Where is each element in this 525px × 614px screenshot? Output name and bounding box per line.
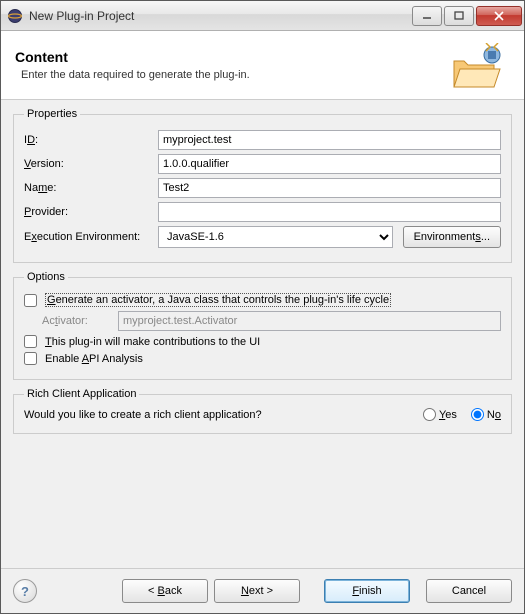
cancel-button[interactable]: Cancel xyxy=(426,579,512,603)
wizard-content: Properties ID: Version: Name: Provider: … xyxy=(1,100,524,568)
enable-api-analysis-checkbox[interactable] xyxy=(24,352,37,365)
help-button[interactable]: ? xyxy=(13,579,37,603)
ui-contributions-checkbox[interactable] xyxy=(24,335,37,348)
back-button[interactable]: < Back xyxy=(122,579,208,603)
enable-api-analysis-label: Enable API Analysis xyxy=(45,353,143,365)
next-button[interactable]: Next > xyxy=(214,579,300,603)
wizard-footer: ? < Back Next > Finish Cancel xyxy=(1,568,524,613)
finish-button[interactable]: Finish xyxy=(324,579,410,603)
page-title: Content xyxy=(15,49,446,65)
wizard-header: Content Enter the data required to gener… xyxy=(1,31,524,100)
rca-no-option[interactable]: No xyxy=(471,408,501,421)
wizard-banner-icon xyxy=(446,41,510,89)
dialog-window: New Plug-in Project Content Enter the da… xyxy=(0,0,525,614)
rca-yes-radio[interactable] xyxy=(423,408,436,421)
version-field[interactable] xyxy=(158,154,501,174)
properties-group: Properties ID: Version: Name: Provider: … xyxy=(13,108,512,263)
eclipse-icon xyxy=(7,8,23,24)
rca-no-radio[interactable] xyxy=(471,408,484,421)
window-title: New Plug-in Project xyxy=(29,9,410,23)
name-label: Name: xyxy=(24,182,152,194)
rca-question: Would you like to create a rich client a… xyxy=(24,409,413,421)
rca-yes-option[interactable]: Yes xyxy=(423,408,457,421)
id-label: ID: xyxy=(24,134,152,146)
maximize-button[interactable] xyxy=(444,6,474,26)
title-bar[interactable]: New Plug-in Project xyxy=(1,1,524,31)
environments-button[interactable]: Environments... xyxy=(403,226,501,248)
activator-field xyxy=(118,311,501,331)
close-button[interactable] xyxy=(476,6,522,26)
ui-contributions-label: This plug-in will make contributions to … xyxy=(45,336,260,348)
rich-client-application-group: Rich Client Application Would you like t… xyxy=(13,388,512,434)
id-field[interactable] xyxy=(158,130,501,150)
execution-environment-label: Execution Environment: xyxy=(24,231,152,243)
page-description: Enter the data required to generate the … xyxy=(21,69,446,81)
rca-legend: Rich Client Application xyxy=(24,388,139,400)
options-legend: Options xyxy=(24,271,68,283)
version-label: Version: xyxy=(24,158,152,170)
minimize-button[interactable] xyxy=(412,6,442,26)
execution-environment-select[interactable]: JavaSE-1.6 xyxy=(158,226,393,248)
window-buttons xyxy=(410,6,522,26)
provider-field[interactable] xyxy=(158,202,501,222)
options-group: Options Generate an activator, a Java cl… xyxy=(13,271,512,380)
generate-activator-label: Generate an activator, a Java class that… xyxy=(45,293,391,307)
activator-label: Activator: xyxy=(42,315,112,327)
generate-activator-checkbox[interactable] xyxy=(24,294,37,307)
provider-label: Provider: xyxy=(24,206,152,218)
properties-legend: Properties xyxy=(24,108,80,120)
name-field[interactable] xyxy=(158,178,501,198)
